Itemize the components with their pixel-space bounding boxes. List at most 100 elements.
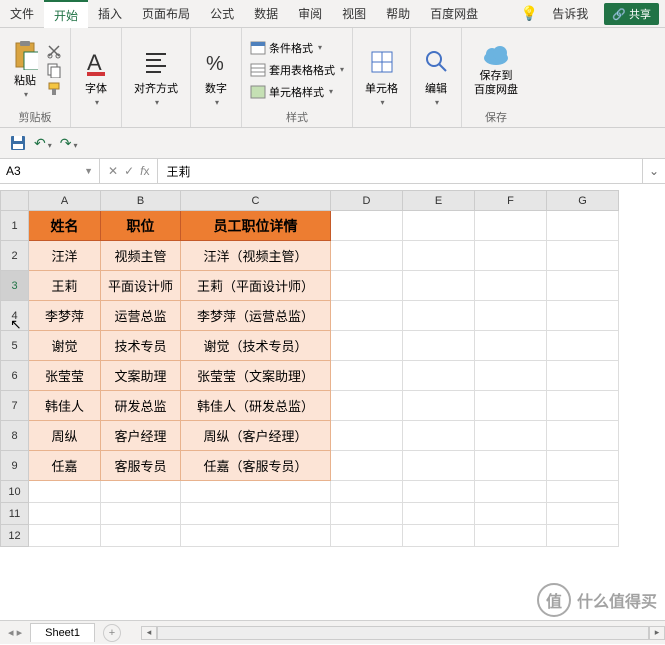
cell-B6[interactable]: 文案助理 (101, 361, 181, 391)
cell-A6[interactable]: 张莹莹 (29, 361, 101, 391)
cell-D1[interactable] (331, 211, 403, 241)
cell-E7[interactable] (403, 391, 475, 421)
cell-B12[interactable] (101, 525, 181, 547)
cell-D10[interactable] (331, 481, 403, 503)
enter-icon[interactable]: ✓ (124, 164, 134, 178)
cell-E6[interactable] (403, 361, 475, 391)
cell-C11[interactable] (181, 503, 331, 525)
row-header-10[interactable]: 10 (1, 481, 29, 503)
name-box[interactable]: A3▼ (0, 159, 100, 183)
cell-C10[interactable] (181, 481, 331, 503)
share-button[interactable]: 🔗 共享 (604, 3, 659, 25)
cell-D7[interactable] (331, 391, 403, 421)
cell-F9[interactable] (475, 451, 547, 481)
cell-F1[interactable] (475, 211, 547, 241)
tab-数据[interactable]: 数据 (244, 0, 288, 28)
cell-C8[interactable]: 周纵（客户经理） (181, 421, 331, 451)
tab-插入[interactable]: 插入 (88, 0, 132, 28)
row-header-11[interactable]: 11 (1, 503, 29, 525)
row-header-7[interactable]: 7 (1, 391, 29, 421)
cell-A8[interactable]: 周纵 (29, 421, 101, 451)
cell-F4[interactable] (475, 301, 547, 331)
redo-button[interactable]: ↷ (60, 135, 78, 152)
sheet-tab[interactable]: Sheet1 (30, 623, 95, 642)
table-format-button[interactable]: 套用表格格式 (250, 62, 344, 78)
cell-G3[interactable] (547, 271, 619, 301)
row-header-6[interactable]: 6 (1, 361, 29, 391)
cell-G2[interactable] (547, 241, 619, 271)
cell-G10[interactable] (547, 481, 619, 503)
row-header-3[interactable]: 3 (1, 271, 29, 301)
cell-D2[interactable] (331, 241, 403, 271)
cell-E3[interactable] (403, 271, 475, 301)
cell-F5[interactable] (475, 331, 547, 361)
cell-F3[interactable] (475, 271, 547, 301)
select-all-corner[interactable] (1, 191, 29, 211)
cell-E9[interactable] (403, 451, 475, 481)
sheet-nav-arrows[interactable]: ◂ ▸ (0, 626, 30, 639)
cell-A4[interactable]: 李梦萍 (29, 301, 101, 331)
cell-F12[interactable] (475, 525, 547, 547)
cell-C12[interactable] (181, 525, 331, 547)
font-button[interactable]: A 字体 (79, 46, 113, 109)
fx-icon[interactable]: fx (140, 164, 149, 178)
cancel-icon[interactable]: ✕ (108, 164, 118, 178)
undo-button[interactable]: ↶ (34, 135, 52, 152)
cell-D4[interactable] (331, 301, 403, 331)
cell-C2[interactable]: 汪洋（视频主管） (181, 241, 331, 271)
save-icon[interactable] (10, 135, 26, 151)
cell-G8[interactable] (547, 421, 619, 451)
save-baidu-button[interactable]: 保存到 百度网盘 (470, 40, 522, 98)
cell-D8[interactable] (331, 421, 403, 451)
paste-button[interactable]: 粘贴 (8, 38, 42, 101)
cell-B2[interactable]: 视频主管 (101, 241, 181, 271)
number-button[interactable]: % 数字 (199, 46, 233, 109)
cell-B7[interactable]: 研发总监 (101, 391, 181, 421)
cell-A2[interactable]: 汪洋 (29, 241, 101, 271)
copy-icon[interactable] (46, 62, 62, 78)
cells-button[interactable]: 单元格 (361, 46, 402, 109)
cell-C6[interactable]: 张莹莹（文案助理） (181, 361, 331, 391)
cell-G1[interactable] (547, 211, 619, 241)
cell-A7[interactable]: 韩佳人 (29, 391, 101, 421)
cell-F2[interactable] (475, 241, 547, 271)
cell-D12[interactable] (331, 525, 403, 547)
col-header-A[interactable]: A (29, 191, 101, 211)
tab-文件[interactable]: 文件 (0, 0, 44, 28)
editing-button[interactable]: 编辑 (419, 46, 453, 109)
cell-B5[interactable]: 技术专员 (101, 331, 181, 361)
cell-F11[interactable] (475, 503, 547, 525)
cell-G7[interactable] (547, 391, 619, 421)
cell-C7[interactable]: 韩佳人（研发总监） (181, 391, 331, 421)
format-painter-icon[interactable] (46, 81, 62, 97)
cell-A1[interactable]: 姓名 (29, 211, 101, 241)
expand-formula-icon[interactable]: ⌄ (642, 159, 665, 183)
cell-A5[interactable]: 谢觉 (29, 331, 101, 361)
tell-me[interactable]: 告诉我 (542, 0, 598, 28)
cell-G6[interactable] (547, 361, 619, 391)
cell-B3[interactable]: 平面设计师 (101, 271, 181, 301)
cell-A11[interactable] (29, 503, 101, 525)
col-header-D[interactable]: D (331, 191, 403, 211)
col-header-F[interactable]: F (475, 191, 547, 211)
tab-视图[interactable]: 视图 (332, 0, 376, 28)
tab-开始[interactable]: 开始 (44, 0, 88, 28)
cell-B11[interactable] (101, 503, 181, 525)
col-header-E[interactable]: E (403, 191, 475, 211)
cell-F10[interactable] (475, 481, 547, 503)
cell-A9[interactable]: 任嘉 (29, 451, 101, 481)
cell-B8[interactable]: 客户经理 (101, 421, 181, 451)
cell-D9[interactable] (331, 451, 403, 481)
col-header-G[interactable]: G (547, 191, 619, 211)
cell-C5[interactable]: 谢觉（技术专员） (181, 331, 331, 361)
cell-C1[interactable]: 员工职位详情 (181, 211, 331, 241)
cell-F8[interactable] (475, 421, 547, 451)
cell-D11[interactable] (331, 503, 403, 525)
row-header-5[interactable]: 5 (1, 331, 29, 361)
cell-E10[interactable] (403, 481, 475, 503)
cell-E11[interactable] (403, 503, 475, 525)
tab-百度网盘[interactable]: 百度网盘 (420, 0, 488, 28)
cell-C3[interactable]: 王莉（平面设计师） (181, 271, 331, 301)
cell-G4[interactable] (547, 301, 619, 331)
row-header-2[interactable]: 2 (1, 241, 29, 271)
